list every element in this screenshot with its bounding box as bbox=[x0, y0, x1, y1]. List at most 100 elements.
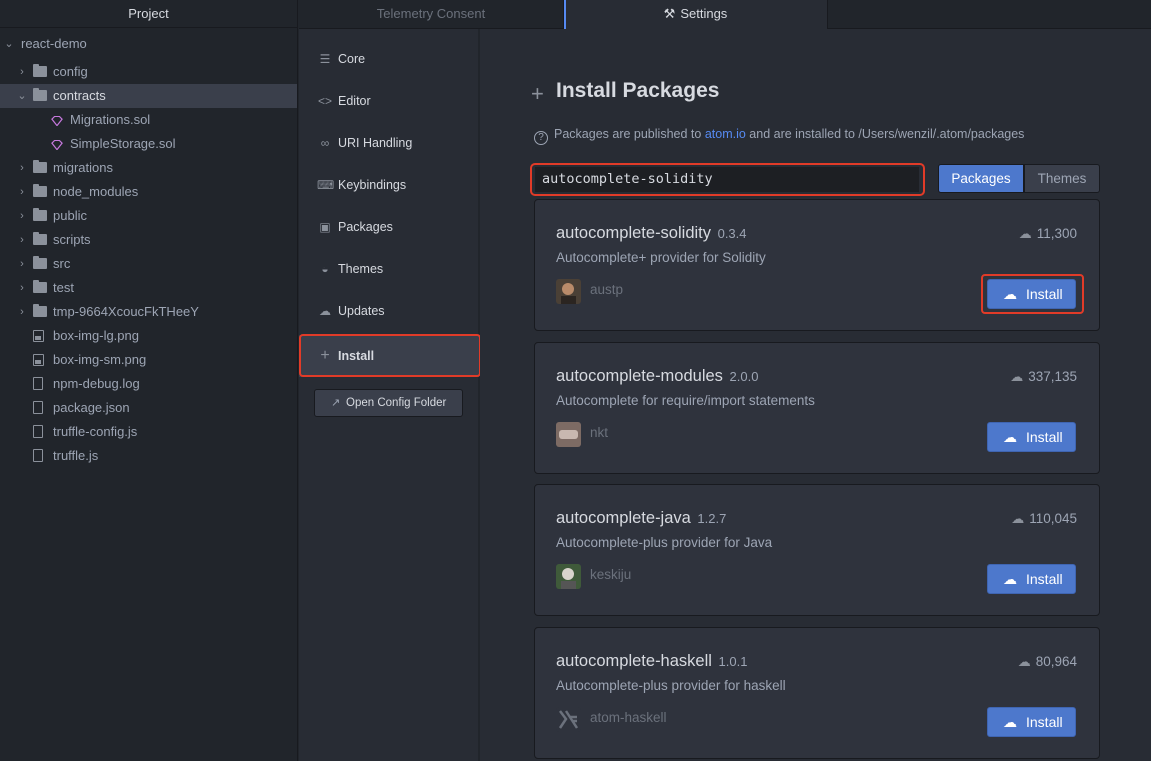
menu-item-label: Updates bbox=[338, 304, 385, 318]
tree-item-label: truffle-config.js bbox=[53, 424, 138, 439]
menu-item-label: Editor bbox=[338, 94, 371, 108]
package-icon: ▣ bbox=[319, 220, 331, 234]
chevron-right-icon: › bbox=[20, 234, 24, 246]
package-version: 0.3.4 bbox=[717, 226, 747, 241]
install-button-label: Install bbox=[1026, 286, 1063, 302]
tree-folder-config[interactable]: › config bbox=[0, 60, 297, 84]
package-search-input[interactable] bbox=[535, 167, 919, 192]
tab-label: Telemetry Consent bbox=[376, 6, 486, 21]
tree-folder-test[interactable]: › test bbox=[0, 276, 297, 300]
cloud-download-icon: ☁ bbox=[1011, 511, 1025, 526]
tree-item-label: contracts bbox=[53, 88, 106, 103]
menu-item-packages[interactable]: ▣ Packages bbox=[299, 206, 479, 248]
themes-toggle-button[interactable]: Themes bbox=[1024, 164, 1100, 193]
tree-file-truffle-config[interactable]: truffle-config.js bbox=[0, 420, 297, 444]
tree-file-truffle[interactable]: truffle.js bbox=[0, 444, 297, 468]
folder-icon bbox=[33, 160, 47, 173]
tree-root-react-demo[interactable]: ⌄ react-demo bbox=[0, 32, 297, 56]
install-packages-panel: + Install Packages ? Packages are publish… bbox=[480, 29, 1151, 761]
avatar[interactable] bbox=[556, 422, 581, 447]
package-owner[interactable]: keskiju bbox=[590, 567, 631, 582]
tab-settings[interactable]: ⚒ Settings bbox=[564, 0, 828, 29]
tree-item-label: src bbox=[53, 256, 71, 271]
package-version: 1.2.7 bbox=[697, 511, 727, 526]
tree-file-simplestorage-sol[interactable]: SimpleStorage.sol bbox=[0, 132, 297, 156]
tree-folder-migrations[interactable]: › migrations bbox=[0, 156, 297, 180]
package-owner[interactable]: atom-haskell bbox=[590, 710, 667, 725]
menu-item-uri-handling[interactable]: ∞ URI Handling bbox=[299, 122, 479, 164]
package-card: autocomplete-solidity 0.3.4 ☁ 11,300 Auto… bbox=[534, 199, 1100, 331]
settings-menu: ☰ Core <> Editor ∞ URI Handling ⌨ Keybin… bbox=[299, 29, 481, 761]
download-count: ☁ 80,964 bbox=[1018, 654, 1077, 670]
tree-file-npm-debug[interactable]: npm-debug.log bbox=[0, 372, 297, 396]
atom-io-link[interactable]: atom.io bbox=[705, 127, 746, 141]
install-button[interactable]: ☁ Install bbox=[987, 279, 1076, 309]
download-count: ☁ 110,045 bbox=[1011, 511, 1077, 527]
project-tree-panel: Project ⌄ react-demo › config ⌄ contract… bbox=[0, 0, 298, 761]
tree-folder-contracts[interactable]: ⌄ contracts bbox=[0, 84, 297, 108]
cloud-download-icon: ☁ bbox=[1003, 429, 1017, 445]
package-name[interactable]: autocomplete-modules bbox=[556, 367, 723, 385]
install-button[interactable]: ☁ Install bbox=[987, 564, 1076, 594]
file-icon bbox=[33, 377, 43, 390]
tree-item-label: box-img-lg.png bbox=[53, 328, 139, 343]
open-config-folder-button[interactable]: ↗ Open Config Folder bbox=[314, 389, 463, 417]
file-icon bbox=[33, 425, 43, 438]
menu-item-label: URI Handling bbox=[338, 136, 413, 150]
code-icon: <> bbox=[317, 94, 332, 108]
menu-item-updates[interactable]: ☁ Updates bbox=[299, 290, 479, 332]
package-owner[interactable]: nkt bbox=[590, 425, 608, 440]
info-suffix: and are installed to /Users/wenzil/.atom… bbox=[749, 127, 1025, 141]
avatar[interactable] bbox=[556, 279, 581, 304]
download-count: ☁ 337,135 bbox=[1010, 369, 1077, 385]
package-description: Autocomplete-plus provider for haskell bbox=[556, 678, 786, 693]
package-name-line: autocomplete-modules 2.0.0 bbox=[556, 367, 758, 386]
tab-telemetry-consent[interactable]: Telemetry Consent bbox=[299, 0, 564, 29]
tree-folder-node-modules[interactable]: › node_modules bbox=[0, 180, 297, 204]
install-info: ? Packages are published to atom.io and a… bbox=[534, 127, 1024, 145]
menu-item-install[interactable]: + Install bbox=[299, 335, 479, 377]
menu-item-core[interactable]: ☰ Core bbox=[299, 38, 479, 80]
install-button[interactable]: ☁ Install bbox=[987, 707, 1076, 737]
menu-item-editor[interactable]: <> Editor bbox=[299, 80, 479, 122]
tree-item-label: package.json bbox=[53, 400, 130, 415]
tree-folder-tmp[interactable]: › tmp-9664XcoucFkTHeeY bbox=[0, 300, 297, 324]
folder-icon bbox=[33, 208, 47, 221]
menu-item-keybindings[interactable]: ⌨ Keybindings bbox=[299, 164, 479, 206]
open-config-folder-label: Open Config Folder bbox=[346, 397, 447, 409]
cloud-download-icon: ☁ bbox=[1018, 226, 1032, 241]
tree-item-label: Migrations.sol bbox=[70, 112, 151, 127]
chevron-right-icon: › bbox=[20, 186, 24, 198]
tree-item-label: public bbox=[53, 208, 87, 223]
tree-item-label: box-img-sm.png bbox=[53, 352, 147, 367]
package-name-line: autocomplete-java 1.2.7 bbox=[556, 509, 726, 528]
download-count-value: 110,045 bbox=[1029, 511, 1077, 526]
packages-toggle-button[interactable]: Packages bbox=[938, 164, 1024, 193]
package-name-line: autocomplete-haskell 1.0.1 bbox=[556, 652, 747, 671]
info-prefix: Packages are published to bbox=[554, 127, 702, 141]
package-name[interactable]: autocomplete-haskell bbox=[556, 652, 712, 670]
folder-icon bbox=[33, 232, 47, 245]
tree-folder-scripts[interactable]: › scripts bbox=[0, 228, 297, 252]
cloud-download-icon: ☁ bbox=[1003, 286, 1017, 302]
menu-item-label: Keybindings bbox=[338, 178, 407, 192]
package-card: autocomplete-haskell 1.0.1 ☁ 80,964 Autoc… bbox=[534, 627, 1100, 759]
chevron-right-icon: › bbox=[20, 306, 24, 318]
tree-folder-src[interactable]: › src bbox=[0, 252, 297, 276]
menu-item-themes[interactable]: ◒ Themes bbox=[299, 248, 479, 290]
tree-folder-public[interactable]: › public bbox=[0, 204, 297, 228]
tree-file-package-json[interactable]: package.json bbox=[0, 396, 297, 420]
avatar[interactable] bbox=[556, 707, 581, 732]
package-owner[interactable]: austp bbox=[590, 282, 623, 297]
package-name[interactable]: autocomplete-java bbox=[556, 509, 691, 527]
plus-icon: + bbox=[531, 81, 544, 106]
tree-item-label: node_modules bbox=[53, 184, 139, 199]
install-button[interactable]: ☁ Install bbox=[987, 422, 1076, 452]
tree-file-box-img-sm[interactable]: box-img-sm.png bbox=[0, 348, 297, 372]
tree-file-migrations-sol[interactable]: Migrations.sol bbox=[0, 108, 297, 132]
package-name[interactable]: autocomplete-solidity bbox=[556, 224, 711, 242]
question-icon: ? bbox=[534, 131, 548, 145]
tree-file-box-img-lg[interactable]: box-img-lg.png bbox=[0, 324, 297, 348]
avatar[interactable] bbox=[556, 564, 581, 589]
tools-icon: ⚒ bbox=[663, 6, 676, 21]
